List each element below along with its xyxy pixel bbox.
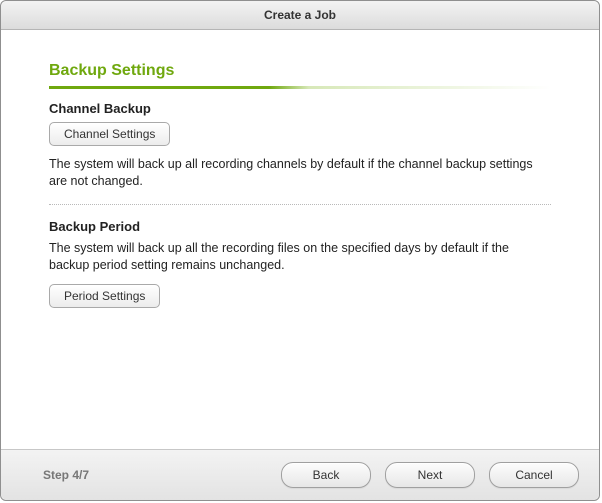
page-heading: Backup Settings <box>49 62 551 80</box>
step-indicator: Step 4/7 <box>43 468 89 482</box>
channel-backup-description: The system will back up all recording ch… <box>49 156 551 190</box>
cancel-button[interactable]: Cancel <box>489 462 579 488</box>
next-button[interactable]: Next <box>385 462 475 488</box>
period-settings-button[interactable]: Period Settings <box>49 284 160 308</box>
backup-period-description: The system will back up all the recordin… <box>49 240 551 274</box>
dialog-window: Create a Job Backup Settings Channel Bac… <box>0 0 600 501</box>
content-area: Backup Settings Channel Backup Channel S… <box>7 36 593 308</box>
heading-divider <box>49 86 551 89</box>
channel-backup-title: Channel Backup <box>49 101 551 116</box>
back-button[interactable]: Back <box>281 462 371 488</box>
window-title: Create a Job <box>1 1 599 30</box>
dialog-footer: Step 4/7 Back Next Cancel <box>1 449 599 500</box>
dialog-body: Backup Settings Channel Backup Channel S… <box>1 30 599 449</box>
section-divider <box>49 204 551 205</box>
backup-period-title: Backup Period <box>49 219 551 234</box>
channel-settings-button[interactable]: Channel Settings <box>49 122 170 146</box>
